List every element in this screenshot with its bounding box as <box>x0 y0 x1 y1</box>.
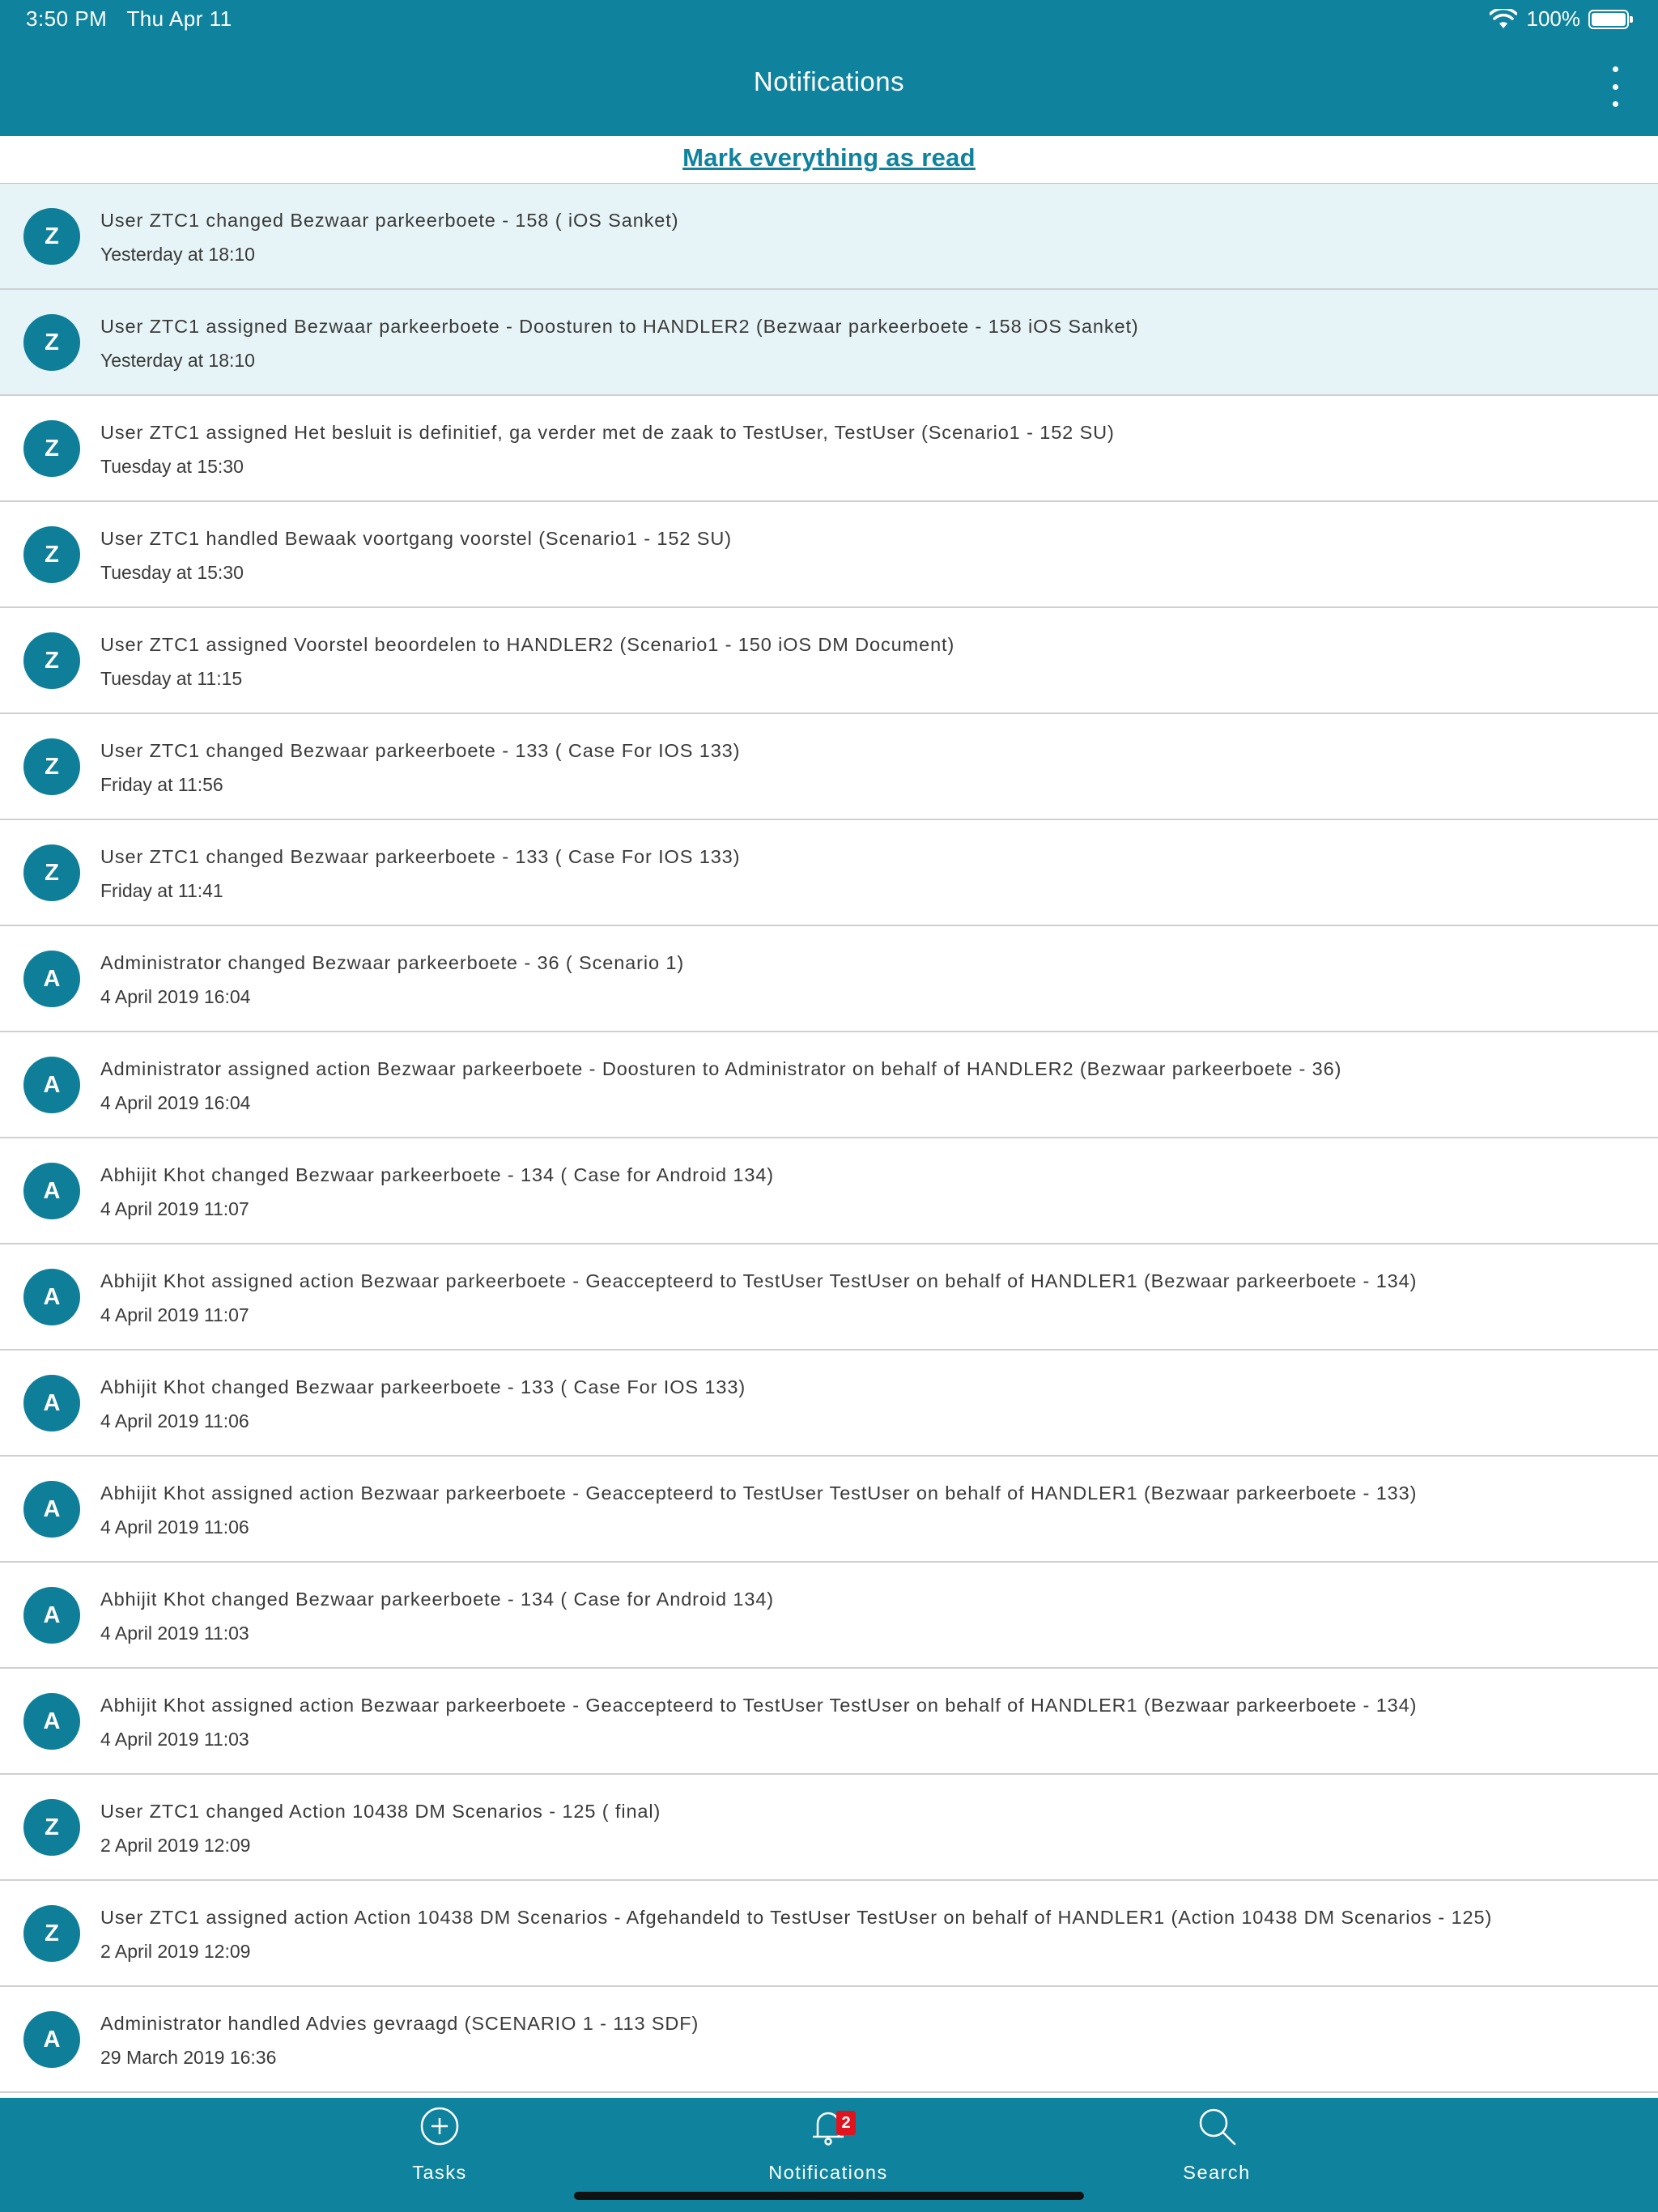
avatar: Z <box>23 314 80 371</box>
avatar: A <box>23 951 80 1007</box>
battery-percent: 100% <box>1526 6 1581 31</box>
notification-time: 4 April 2019 11:06 <box>100 1410 249 1431</box>
notification-text: Abhijit Khot changed Bezwaar parkeerboet… <box>100 1164 775 1185</box>
tab-notifications[interactable]: 2 Notifications <box>707 2098 950 2187</box>
notification-time: Tuesday at 11:15 <box>100 668 243 689</box>
notification-item[interactable]: A Abhijit Khot changed Bezwaar parkeerboe… <box>0 1138 1658 1244</box>
notification-text: Administrator assigned action Bezwaar pa… <box>100 1058 1342 1079</box>
notification-time: 4 April 2019 11:03 <box>100 1729 249 1750</box>
avatar: Z <box>23 738 80 795</box>
notification-text: User ZTC1 changed Bezwaar parkeerboete -… <box>100 846 741 867</box>
notification-item[interactable]: Z User ZTC1 assigned Bezwaar parkeerboete… <box>0 290 1658 396</box>
notification-item[interactable]: A Abhijit Khot changed Bezwaar parkeerboe… <box>0 1563 1658 1669</box>
avatar: A <box>23 1375 80 1431</box>
notification-item[interactable]: A Administrator assigned action Bezwaar p… <box>0 1032 1658 1138</box>
notification-item[interactable]: Z User ZTC1 changed Action 10438 DM Scena… <box>0 1775 1658 1881</box>
notification-text: User ZTC1 assigned action Action 10438 D… <box>100 1907 1493 1928</box>
avatar: Z <box>23 844 80 901</box>
notification-text: User ZTC1 assigned Het besluit is defini… <box>100 422 1115 443</box>
header: 3:50 PM Thu Apr 11 100% Notifications <box>0 0 1658 136</box>
avatar: Z <box>23 1905 80 1962</box>
notification-list: Z User ZTC1 changed Bezwaar parkeerboete … <box>0 184 1658 2093</box>
notification-text: Administrator handled Advies gevraagd (S… <box>100 2013 699 2034</box>
tab-search[interactable]: Search <box>1095 2098 1338 2187</box>
notification-time: Yesterday at 18:10 <box>100 350 255 371</box>
notification-time: 4 April 2019 11:07 <box>100 1304 249 1325</box>
notification-text: Administrator changed Bezwaar parkeerboe… <box>100 952 685 973</box>
notification-text: Abhijit Khot changed Bezwaar parkeerboet… <box>100 1589 775 1610</box>
notification-text: User ZTC1 changed Bezwaar parkeerboete -… <box>100 740 741 761</box>
notification-item[interactable]: Z User ZTC1 assigned Het besluit is defin… <box>0 396 1658 502</box>
notification-item[interactable]: A Abhijit Khot changed Bezwaar parkeerboe… <box>0 1351 1658 1457</box>
notification-text: User ZTC1 changed Action 10438 DM Scenar… <box>100 1801 661 1822</box>
status-bar-time: 3:50 PM Thu Apr 11 <box>26 6 232 32</box>
notification-item[interactable]: Z User ZTC1 changed Bezwaar parkeerboete … <box>0 820 1658 926</box>
notification-time: Friday at 11:41 <box>100 880 223 901</box>
notification-time: 29 March 2019 16:36 <box>100 2047 277 2068</box>
notification-count-badge: 2 <box>836 2111 856 2135</box>
avatar: A <box>23 1587 80 1644</box>
page-title: Notifications <box>753 66 905 96</box>
plus-circle-icon <box>420 2107 459 2146</box>
tab-tasks-label: Tasks <box>412 2162 467 2183</box>
notification-time: Tuesday at 15:30 <box>100 562 244 583</box>
notification-item[interactable]: A Abhijit Khot assigned action Bezwaar pa… <box>0 1457 1658 1563</box>
notification-text: User ZTC1 handled Bewaak voortgang voors… <box>100 528 732 549</box>
avatar: A <box>23 1269 80 1325</box>
notification-text: Abhijit Khot changed Bezwaar parkeerboet… <box>100 1376 746 1397</box>
notification-text: Abhijit Khot assigned action Bezwaar par… <box>100 1270 1418 1291</box>
notification-time: 2 April 2019 12:09 <box>100 1835 251 1856</box>
notification-time: Yesterday at 18:10 <box>100 244 255 265</box>
notification-item[interactable]: Z User ZTC1 changed Bezwaar parkeerboete … <box>0 184 1658 290</box>
more-options-icon[interactable] <box>1599 66 1631 107</box>
notification-item[interactable]: A Administrator changed Bezwaar parkeerbo… <box>0 926 1658 1032</box>
avatar: A <box>23 1163 80 1219</box>
notification-time: 2 April 2019 12:09 <box>100 1941 251 1962</box>
notification-item[interactable]: Z User ZTC1 handled Bewaak voortgang voor… <box>0 502 1658 608</box>
tab-bar: Tasks 2 Notifications Search <box>0 2098 1658 2212</box>
search-icon <box>1199 2108 1236 2146</box>
avatar: Z <box>23 632 80 689</box>
home-indicator <box>574 2192 1084 2200</box>
avatar: A <box>23 2011 80 2068</box>
tab-notifications-label: Notifications <box>768 2162 888 2183</box>
status-bar-right: 100% <box>1489 6 1633 32</box>
avatar: Z <box>23 420 80 477</box>
avatar: Z <box>23 208 80 265</box>
notification-time: 4 April 2019 11:06 <box>100 1516 249 1538</box>
notification-time: 4 April 2019 11:07 <box>100 1198 249 1219</box>
battery-icon <box>1588 9 1633 29</box>
notification-item[interactable]: A Administrator handled Advies gevraagd (… <box>0 1987 1658 2093</box>
avatar: A <box>23 1693 80 1750</box>
notification-text: Abhijit Khot assigned action Bezwaar par… <box>100 1482 1418 1504</box>
avatar: A <box>23 1057 80 1113</box>
status-date: Thu Apr 11 <box>126 6 232 31</box>
status-time: 3:50 PM <box>26 6 108 31</box>
avatar: A <box>23 1481 80 1538</box>
tab-tasks[interactable]: Tasks <box>318 2098 561 2187</box>
mark-all-bar: Mark everything as read <box>0 136 1658 184</box>
notification-item[interactable]: Z User ZTC1 assigned Voorstel beoordelen … <box>0 608 1658 714</box>
notification-text: User ZTC1 assigned Voorstel beoordelen t… <box>100 634 955 655</box>
avatar: Z <box>23 526 80 583</box>
mark-all-read-link[interactable]: Mark everything as read <box>682 143 976 172</box>
notification-item[interactable]: A Abhijit Khot assigned action Bezwaar pa… <box>0 1669 1658 1775</box>
notification-time: Friday at 11:56 <box>100 774 223 795</box>
notification-text: Abhijit Khot assigned action Bezwaar par… <box>100 1695 1418 1716</box>
notification-text: User ZTC1 changed Bezwaar parkeerboete -… <box>100 210 679 231</box>
notification-time: 4 April 2019 16:04 <box>100 986 251 1007</box>
tab-search-label: Search <box>1183 2162 1251 2183</box>
notification-time: 4 April 2019 16:04 <box>100 1092 251 1113</box>
notification-time: Tuesday at 15:30 <box>100 456 244 477</box>
notification-time: 4 April 2019 11:03 <box>100 1623 249 1644</box>
notification-item[interactable]: Z User ZTC1 changed Bezwaar parkeerboete … <box>0 714 1658 820</box>
notification-item[interactable]: A Abhijit Khot assigned action Bezwaar pa… <box>0 1244 1658 1351</box>
wifi-icon <box>1489 8 1517 28</box>
notification-item[interactable]: Z User ZTC1 assigned action Action 10438 … <box>0 1881 1658 1987</box>
notification-text: User ZTC1 assigned Bezwaar parkeerboete … <box>100 316 1139 337</box>
avatar: Z <box>23 1799 80 1856</box>
